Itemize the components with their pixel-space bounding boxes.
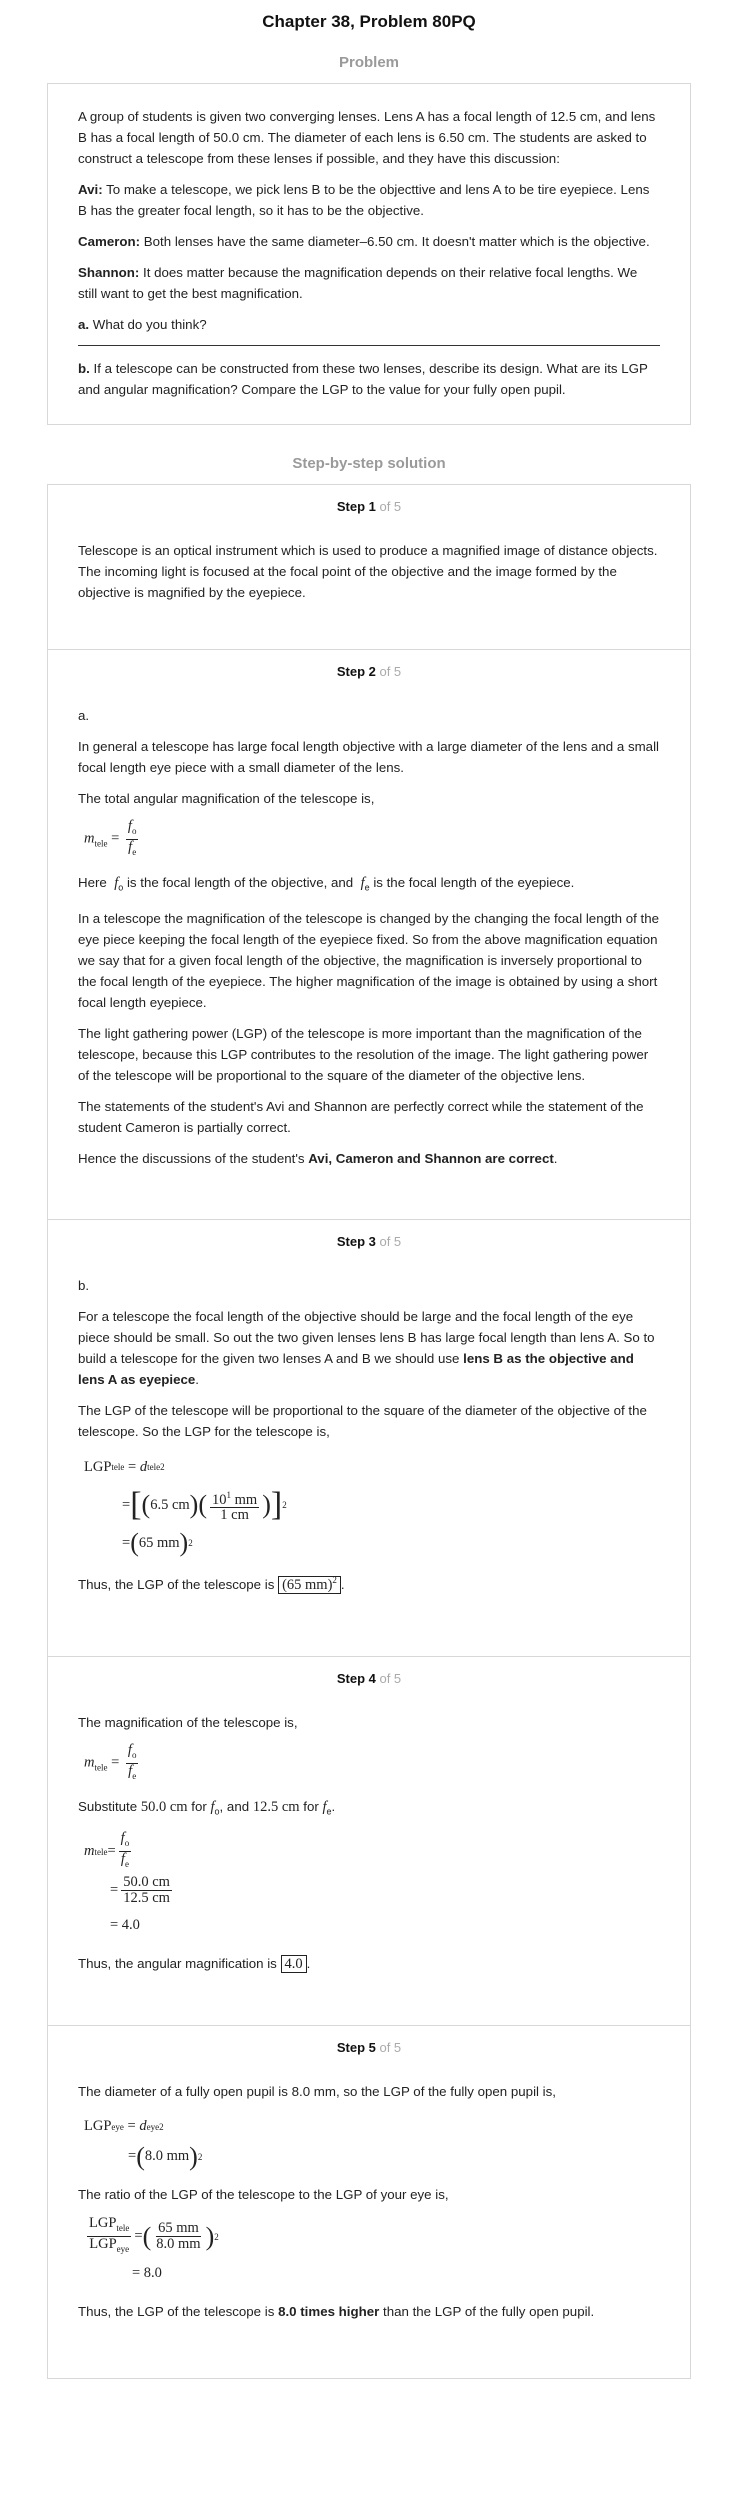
problem-heading: Problem — [338, 54, 399, 71]
cameron-statement: Cameron: Both lenses have the same diame… — [78, 234, 650, 249]
step-conclusion: Hence the discussions of the student's A… — [78, 1151, 558, 1167]
step-2: Step 2 of 5 a. In general a telescope ha… — [48, 649, 690, 1219]
step-header: Step 5 of 5 — [336, 2039, 402, 2055]
step-text: The diameter of a fully open pupil is 8.… — [78, 2083, 556, 2099]
part-label: b. — [78, 1278, 90, 1294]
page-title: Chapter 38, Problem 80PQ — [262, 12, 476, 31]
step-header: Step 1 of 5 — [336, 499, 402, 514]
step-4: Step 4 of 5 The magnification of the tel… — [48, 1656, 690, 2024]
magnification-calculation: m tele = fo fe = 50.0 cm 12.5 cm = 4.0 — [84, 1830, 172, 1934]
step-text: The ratio of the LGP of the telescope to… — [78, 2186, 449, 2202]
lgp-telescope-equation: LGP tele = d tele 2 = [(6.5 cm)(101 mm 1 cm)… — [84, 1458, 287, 1558]
step-conclusion: Thus, the LGP of the telescope is (65 mm… — [78, 1575, 345, 1595]
lgp-ratio-equation: LGPtele LGPeye = (65 mm 8.0 mm) 2 = 8.0 — [87, 2215, 219, 2282]
step-text: For a telescope the focal length of the … — [78, 1309, 655, 1388]
problem-intro: A group of students is given two converg… — [78, 109, 656, 166]
step-conclusion: Thus, the LGP of the telescope is 8.0 ti… — [78, 2303, 595, 2319]
step-text: In general a telescope has large focal l… — [78, 739, 659, 775]
part-b-question: b. If a telescope can be constructed fro… — [78, 361, 648, 397]
step-3: Step 3 of 5 b. For a telescope the focal… — [48, 1219, 690, 1656]
lgp-eye-equation: LGP eye = d eye 2 = (8.0 mm) 2 — [84, 2118, 203, 2171]
step-text: Telescope is an optical instrument which… — [78, 543, 658, 600]
magnification-equation: mtele = fo fe — [84, 818, 139, 857]
step-5: Step 5 of 5 The diameter of a fully open… — [48, 2024, 690, 2378]
step-conclusion: Thus, the angular magnification is 4.0. — [78, 1954, 311, 1973]
step-header: Step 4 of 5 — [336, 1671, 402, 1687]
solution-heading: Step-by-step solution — [292, 455, 446, 472]
step-text: The statements of the student's Avi and … — [78, 1099, 644, 1136]
step-text: Here fo is the focal length of the objec… — [78, 874, 575, 893]
substitution-text: Substitute 50.0 cm for fo, and 12.5 cm f… — [78, 1799, 336, 1817]
step-text: In a telescope the magnification of the … — [78, 911, 660, 1011]
shannon-statement: Shannon: It does matter because the magn… — [78, 265, 638, 301]
step-1: Step 1 of 5 Telescope is an optical inst… — [48, 485, 690, 649]
part-a-question: a. What do you think? — [78, 317, 207, 332]
step-text: The light gathering power (LGP) of the t… — [78, 1026, 649, 1084]
divider — [78, 345, 660, 346]
part-label: a. — [78, 708, 90, 723]
step-text: The magnification of the telescope is, — [78, 1715, 298, 1731]
step-header: Step 3 of 5 — [336, 1234, 402, 1250]
step-text: The LGP of the telescope will be proport… — [78, 1403, 647, 1440]
solution-box: Step 1 of 5 Telescope is an optical inst… — [47, 484, 691, 2379]
step-text: The total angular magnification of the t… — [78, 791, 375, 806]
problem-box: A group of students is given two converg… — [47, 83, 691, 425]
step-header: Step 2 of 5 — [336, 664, 402, 679]
magnification-equation: mtele = fo fe — [84, 1742, 139, 1782]
avi-statement: Avi: To make a telescope, we pick lens B… — [78, 182, 650, 218]
